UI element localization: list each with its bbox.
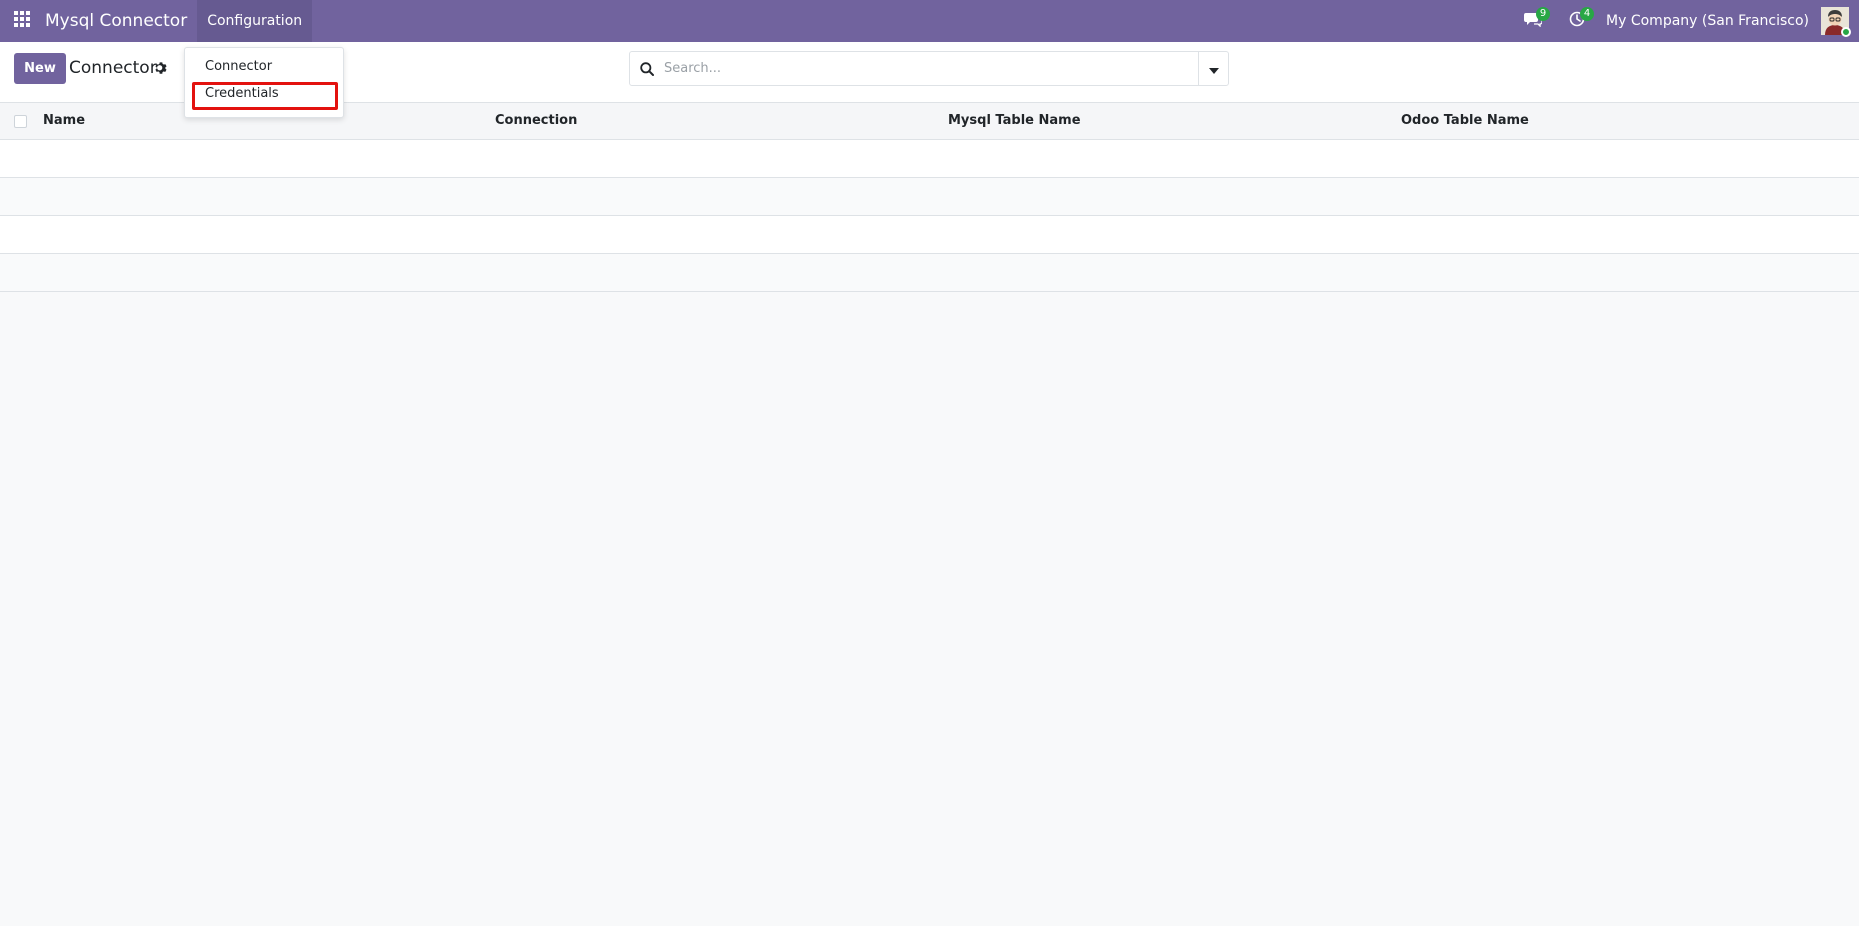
company-switcher[interactable]: My Company (San Francisco) [1606, 13, 1809, 29]
online-status-dot [1841, 27, 1851, 37]
select-all-checkbox[interactable] [14, 115, 27, 128]
table-row [0, 140, 1859, 178]
search-bar [629, 51, 1229, 86]
configuration-dropdown: Connector Credentials [184, 47, 344, 118]
menu-configuration[interactable]: Configuration [197, 0, 313, 42]
column-header-name[interactable]: Name [43, 113, 85, 128]
list-table: Name Connection Mysql Table Name Odoo Ta… [0, 103, 1859, 292]
column-header-connection[interactable]: Connection [495, 113, 577, 128]
caret-down-icon [1208, 59, 1219, 78]
systray: 9 4 My Company (San Francisco) [1511, 0, 1859, 42]
menu-item-credentials[interactable]: Credentials [205, 86, 279, 101]
search-input[interactable] [664, 53, 1204, 84]
search-options-toggle[interactable] [1198, 52, 1228, 85]
messages-count-badge: 9 [1536, 7, 1551, 21]
table-row [0, 178, 1859, 216]
new-button[interactable]: New [14, 53, 66, 84]
messages-button[interactable]: 9 [1511, 0, 1555, 42]
grid-icon [14, 11, 30, 31]
table-row [0, 254, 1859, 292]
user-avatar[interactable] [1821, 7, 1851, 37]
activities-button[interactable]: 4 [1555, 0, 1599, 42]
top-navbar: Mysql Connector Configuration 9 4 My Com… [0, 0, 1859, 42]
menu-item-connector[interactable]: Connector [205, 59, 272, 74]
activities-count-badge: 4 [1580, 7, 1595, 21]
breadcrumb: Connector [69, 58, 157, 78]
table-row [0, 216, 1859, 254]
magnifier-icon [640, 61, 654, 80]
column-header-mysql-table-name[interactable]: Mysql Table Name [948, 113, 1081, 128]
app-title[interactable]: Mysql Connector [45, 11, 187, 31]
gear-icon[interactable] [154, 60, 168, 79]
apps-menu-button[interactable] [0, 0, 44, 42]
column-header-odoo-table-name[interactable]: Odoo Table Name [1401, 113, 1529, 128]
